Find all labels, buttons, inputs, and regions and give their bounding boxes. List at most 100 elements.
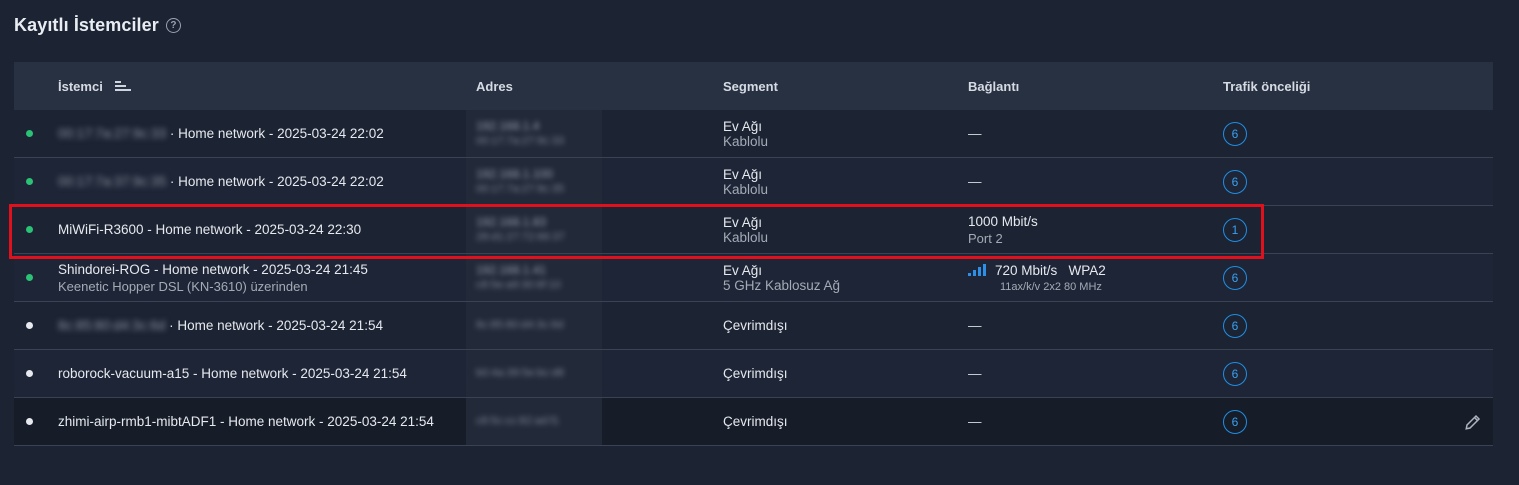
priority-badge[interactable]: 6	[1223, 361, 1247, 386]
priority-badge[interactable]: 1	[1223, 217, 1247, 242]
question-circle-icon[interactable]: ?	[165, 17, 181, 33]
connection-cell: —	[968, 158, 982, 205]
priority-badge[interactable]: 6	[1223, 409, 1247, 434]
edit-pencil-icon[interactable]	[1464, 413, 1482, 431]
connection-cell: 1000 Mbit/s Port 2	[968, 206, 1038, 253]
page-header: Kayıtlı İstemciler ?	[14, 12, 181, 38]
segment-name: Ev Ağı	[723, 118, 763, 134]
client-cell[interactable]: 00:17:7a:27:9c:33 · Home network - 2025-…	[58, 110, 384, 157]
column-header-priority[interactable]: Trafik önceliği	[1223, 62, 1310, 110]
segment-cell: Çevrimdışı	[723, 302, 788, 349]
address-ip: 192.168.1.83	[476, 215, 547, 229]
connection-speed: —	[968, 414, 982, 429]
connection-cell: —	[968, 350, 982, 397]
priority-cell[interactable]: 6	[1223, 398, 1247, 445]
connection-cell: —	[968, 398, 982, 445]
connection-speed: —	[968, 366, 982, 381]
priority-badge[interactable]: 6	[1223, 121, 1247, 146]
client-name: · Home network - 2025-03-24 22:02	[166, 126, 384, 141]
status-dot	[26, 370, 33, 377]
address-ip: 192.168.1.4	[476, 119, 540, 133]
address-cell: b0:4a:39:5e:bc:d8	[476, 350, 564, 397]
segment-type: Kablolu	[723, 181, 769, 197]
segment-name: Ev Ağı	[723, 214, 763, 230]
client-mac-blurred: 8c:85:80:d4:3c:6d	[58, 318, 166, 333]
wifi-signal-icon	[968, 264, 986, 276]
client-cell[interactable]: MiWiFi-R3600 - Home network - 2025-03-24…	[58, 206, 361, 253]
client-name: · Home network - 2025-03-24 21:54	[165, 318, 383, 333]
client-cell[interactable]: 00:17:7a:37:9c:35 · Home network - 2025-…	[58, 158, 384, 205]
address-cell: 192.168.1.83 28:d1:27:72:66:37	[476, 206, 565, 253]
table-header: İstemci Adres Segment Bağlantı Trafik ön…	[14, 62, 1493, 110]
column-header-connection[interactable]: Bağlantı	[968, 62, 1019, 110]
client-name: · Home network - 2025-03-24 22:02	[166, 174, 384, 189]
status-dot	[26, 178, 33, 185]
segment-type: 5 GHz Kablosuz Ağ	[723, 277, 841, 293]
client-name: zhimi-airp-rmb1-mibtADF1 - Home network …	[58, 414, 434, 429]
address-mac: 8c:85:80:d4:3c:6d	[476, 319, 564, 331]
column-header-segment[interactable]: Segment	[723, 62, 778, 110]
priority-cell[interactable]: 6	[1223, 254, 1247, 301]
connection-details: 11ax/k/v 2x2 80 MHz	[1000, 280, 1102, 293]
priority-cell[interactable]: 6	[1223, 110, 1247, 157]
address-cell: c8:5c:cc:82:ad:f1	[476, 398, 559, 445]
address-cell: 192.168.1.100 00:17:7a:27:9c:35	[476, 158, 564, 205]
address-mac: b0:4a:39:5e:bc:d8	[476, 367, 565, 379]
client-mac-blurred: 00:17:7a:27:9c:33	[58, 126, 167, 141]
client-name: MiWiFi-R3600 - Home network - 2025-03-24…	[58, 222, 362, 237]
priority-badge[interactable]: 6	[1223, 169, 1247, 194]
priority-badge[interactable]: 6	[1223, 313, 1247, 338]
segment-name: Ev Ağı	[723, 262, 763, 278]
priority-cell[interactable]: 6	[1223, 158, 1247, 205]
table-row[interactable]: 00:17:7a:37:9c:35 · Home network - 2025-…	[14, 158, 1493, 206]
segment-type: Kablolu	[723, 133, 769, 149]
table-row[interactable]: MiWiFi-R3600 - Home network - 2025-03-24…	[14, 206, 1493, 254]
priority-cell[interactable]: 1	[1223, 206, 1247, 253]
segment-name: Çevrimdışı	[723, 414, 788, 429]
client-cell[interactable]: roborock-vacuum-a15 - Home network - 202…	[58, 350, 407, 397]
sort-icon[interactable]	[114, 80, 131, 92]
segment-name: Çevrimdışı	[723, 318, 788, 333]
connection-cell: —	[968, 110, 982, 157]
address-mac: 00:17:7a:27:9c:35	[476, 183, 565, 195]
connection-cell: 720 Mbit/s WPA2 11ax/k/v 2x2 80 MHz	[968, 254, 1106, 301]
address-mac: c8:5c:cc:82:ad:f1	[476, 415, 560, 427]
column-header-address[interactable]: Adres	[476, 62, 513, 110]
address-cell: 8c:85:80:d4:3c:6d	[476, 302, 563, 349]
priority-badge[interactable]: 6	[1223, 265, 1247, 290]
table-row[interactable]: 8c:85:80:d4:3c:6d · Home network - 2025-…	[14, 302, 1493, 350]
table-row[interactable]: 00:17:7a:27:9c:33 · Home network - 2025-…	[14, 110, 1493, 158]
connection-speed: 1000 Mbit/s	[968, 213, 1038, 229]
table-body: 00:17:7a:27:9c:33 · Home network - 2025-…	[14, 110, 1493, 446]
clients-table: İstemci Adres Segment Bağlantı Trafik ön…	[14, 62, 1493, 446]
client-cell[interactable]: 8c:85:80:d4:3c:6d · Home network - 2025-…	[58, 302, 383, 349]
status-dot	[26, 322, 33, 329]
address-cell: 192.168.1.4 00:17:7a:27:9c:33	[476, 110, 564, 157]
client-mac-blurred: 00:17:7a:37:9c:35	[58, 174, 167, 189]
segment-cell: Ev Ağı 5 GHz Kablosuz Ağ	[723, 254, 840, 301]
client-name: Shindorei-ROG - Home network - 2025-03-2…	[58, 261, 368, 277]
segment-name: Çevrimdışı	[723, 366, 788, 381]
connection-speed: 720 Mbit/s WPA2	[995, 262, 1106, 278]
client-name: roborock-vacuum-a15 - Home network - 202…	[58, 366, 407, 381]
segment-type: Kablolu	[723, 229, 769, 245]
segment-cell: Ev Ağı Kablolu	[723, 110, 768, 157]
page-title: Kayıtlı İstemciler	[14, 14, 159, 35]
priority-cell[interactable]: 6	[1223, 302, 1247, 349]
connection-speed: —	[968, 126, 982, 141]
segment-name: Ev Ağı	[723, 166, 763, 182]
client-cell[interactable]: Shindorei-ROG - Home network - 2025-03-2…	[58, 254, 368, 301]
address-mac: 00:17:7a:27:9c:33	[476, 135, 565, 147]
table-row[interactable]: roborock-vacuum-a15 - Home network - 202…	[14, 350, 1493, 398]
status-dot	[26, 130, 33, 137]
status-dot	[26, 274, 33, 281]
address-ip: 192.168.1.41	[476, 263, 547, 277]
priority-cell[interactable]: 6	[1223, 350, 1247, 397]
table-row[interactable]: zhimi-airp-rmb1-mibtADF1 - Home network …	[14, 398, 1493, 446]
connection-port: Port 2	[968, 230, 1003, 246]
client-cell[interactable]: zhimi-airp-rmb1-mibtADF1 - Home network …	[58, 398, 434, 445]
column-label: İstemci	[58, 78, 103, 94]
table-row[interactable]: Shindorei-ROG - Home network - 2025-03-2…	[14, 254, 1493, 302]
segment-cell: Çevrimdışı	[723, 350, 788, 397]
column-header-client[interactable]: İstemci	[58, 62, 131, 110]
